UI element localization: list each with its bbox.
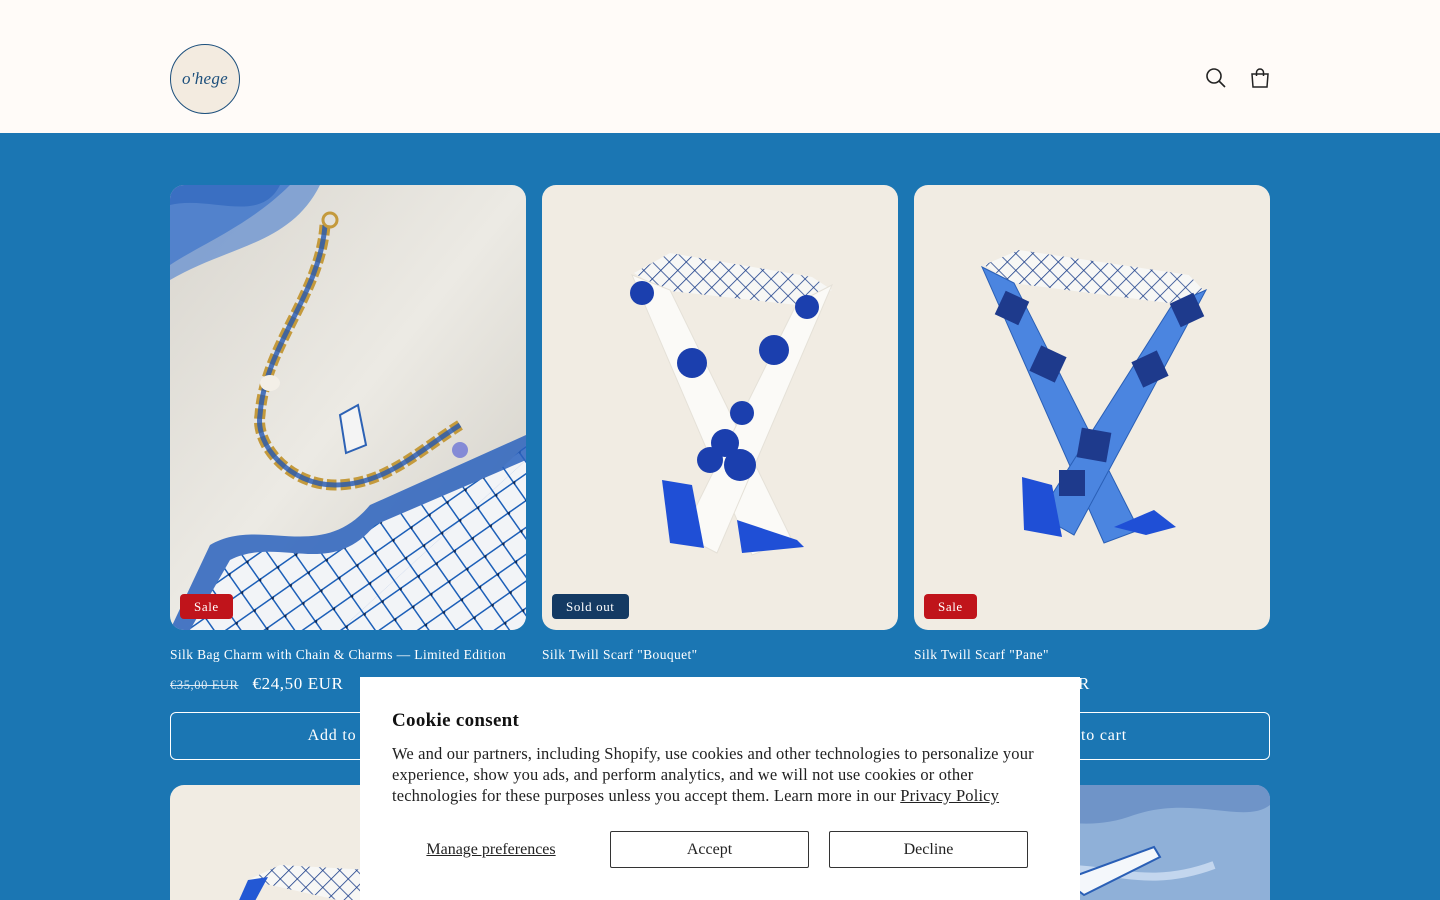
sale-badge: Sale xyxy=(180,594,233,619)
sold-out-badge: Sold out xyxy=(552,594,629,619)
product-price: €35,00 EUR €24,50 EUR xyxy=(170,674,344,694)
search-icon[interactable] xyxy=(1202,64,1230,92)
privacy-policy-link[interactable]: Privacy Policy xyxy=(900,786,999,805)
site-logo[interactable]: o'hege xyxy=(170,44,240,114)
sale-badge: Sale xyxy=(924,594,977,619)
cookie-consent-text: We and our partners, including Shopify, … xyxy=(392,743,1048,806)
product-image[interactable]: Sale xyxy=(170,185,526,630)
product-title[interactable]: Silk Twill Scarf "Pane" xyxy=(914,647,1049,663)
decline-button[interactable]: Decline xyxy=(829,831,1028,868)
product-card[interactable]: Sold out Silk Twill Scarf "Bouquet" xyxy=(542,185,898,662)
product-title[interactable]: Silk Twill Scarf "Bouquet" xyxy=(542,647,698,663)
accept-button[interactable]: Accept xyxy=(610,831,809,868)
sale-price: €24,50 EUR xyxy=(252,674,344,693)
manage-preferences-button[interactable]: Manage preferences xyxy=(392,831,590,868)
cookie-consent-actions: Manage preferences Accept Decline xyxy=(392,831,1048,868)
product-card[interactable]: Sale Silk Twill Scarf "Pane" R to cart xyxy=(914,185,1270,760)
product-title[interactable]: Silk Bag Charm with Chain & Charms — Lim… xyxy=(170,647,506,663)
regular-price: €35,00 EUR xyxy=(170,678,239,692)
cookie-consent-dialog: Cookie consent We and our partners, incl… xyxy=(360,677,1080,900)
product-image[interactable]: Sale xyxy=(914,185,1270,630)
site-header: o'hege xyxy=(0,0,1440,133)
product-image[interactable]: Sold out xyxy=(542,185,898,630)
add-to-cart-label: to cart xyxy=(1081,727,1128,744)
cookie-consent-title: Cookie consent xyxy=(392,710,520,731)
product-card[interactable]: Sale Silk Bag Charm with Chain & Charms … xyxy=(170,185,526,760)
cart-icon[interactable] xyxy=(1246,64,1274,92)
